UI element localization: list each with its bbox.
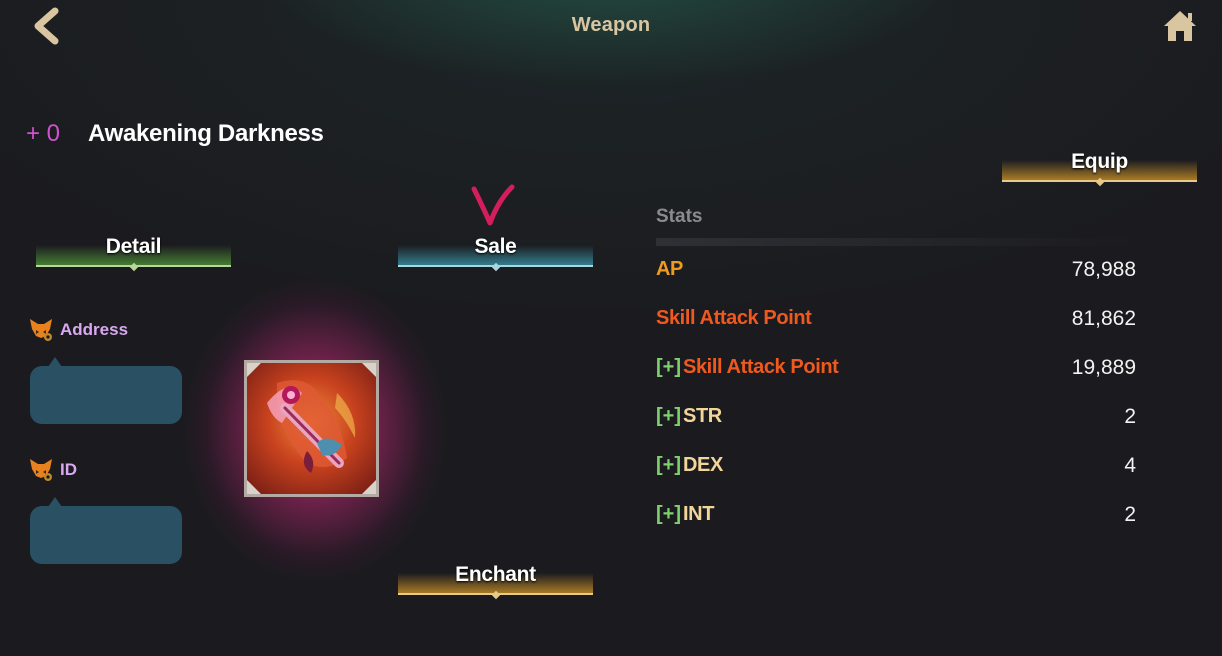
sale-label: Sale [474, 235, 517, 258]
stat-bonus-prefix: [+] [656, 503, 681, 525]
stat-value: 2 [1124, 405, 1136, 428]
detail-button[interactable]: Detail [36, 223, 231, 273]
stat-name: AP [656, 258, 683, 280]
home-icon [1164, 11, 1196, 41]
stat-value: 78,988 [1071, 258, 1136, 281]
home-button[interactable] [1160, 6, 1200, 46]
stat-row: [+] STR 2 [656, 403, 1136, 433]
stat-row: Skill Attack Point 81,862 [656, 305, 1136, 335]
page-title: Weapon [571, 14, 651, 36]
stat-value: 4 [1124, 454, 1136, 477]
metamask-fox-icon [30, 319, 52, 341]
stat-value: 81,862 [1071, 307, 1136, 330]
stats-divider [656, 238, 1136, 246]
address-field[interactable] [30, 357, 182, 424]
stat-name: STR [683, 405, 722, 427]
equip-label: Equip [1071, 150, 1128, 173]
stat-row: [+] Skill Attack Point 19,889 [656, 354, 1136, 384]
stat-row: [+] DEX 4 [656, 452, 1136, 482]
stat-name: DEX [683, 454, 723, 476]
stats-title: Stats [656, 206, 703, 227]
sale-button[interactable]: Sale [398, 223, 593, 273]
stat-row: AP 78,988 [656, 256, 1136, 286]
stat-row: [+] INT 2 [656, 501, 1136, 531]
detail-label: Detail [105, 235, 162, 258]
stat-bonus-prefix: [+] [656, 405, 681, 427]
id-field[interactable] [30, 497, 182, 564]
stat-value: 2 [1124, 503, 1136, 526]
item-name: Awakening Darkness [88, 120, 324, 147]
enhance-level: + 0 [26, 120, 61, 147]
stat-value: 19,889 [1071, 356, 1136, 379]
stat-name: INT [683, 503, 715, 525]
check-mark-annotation [471, 184, 515, 226]
equip-button[interactable]: Equip [1002, 138, 1197, 188]
weapon-image [244, 360, 379, 497]
address-label: Address [60, 320, 129, 339]
enchant-label: Enchant [455, 563, 536, 586]
stat-name: Skill Attack Point [656, 307, 812, 329]
id-label: ID [60, 460, 77, 479]
metamask-fox-icon [30, 459, 52, 481]
enchant-button[interactable]: Enchant [398, 551, 593, 601]
stat-bonus-prefix: [+] [656, 454, 681, 476]
stat-bonus-prefix: [+] [656, 356, 681, 378]
stat-name: Skill Attack Point [683, 356, 839, 378]
